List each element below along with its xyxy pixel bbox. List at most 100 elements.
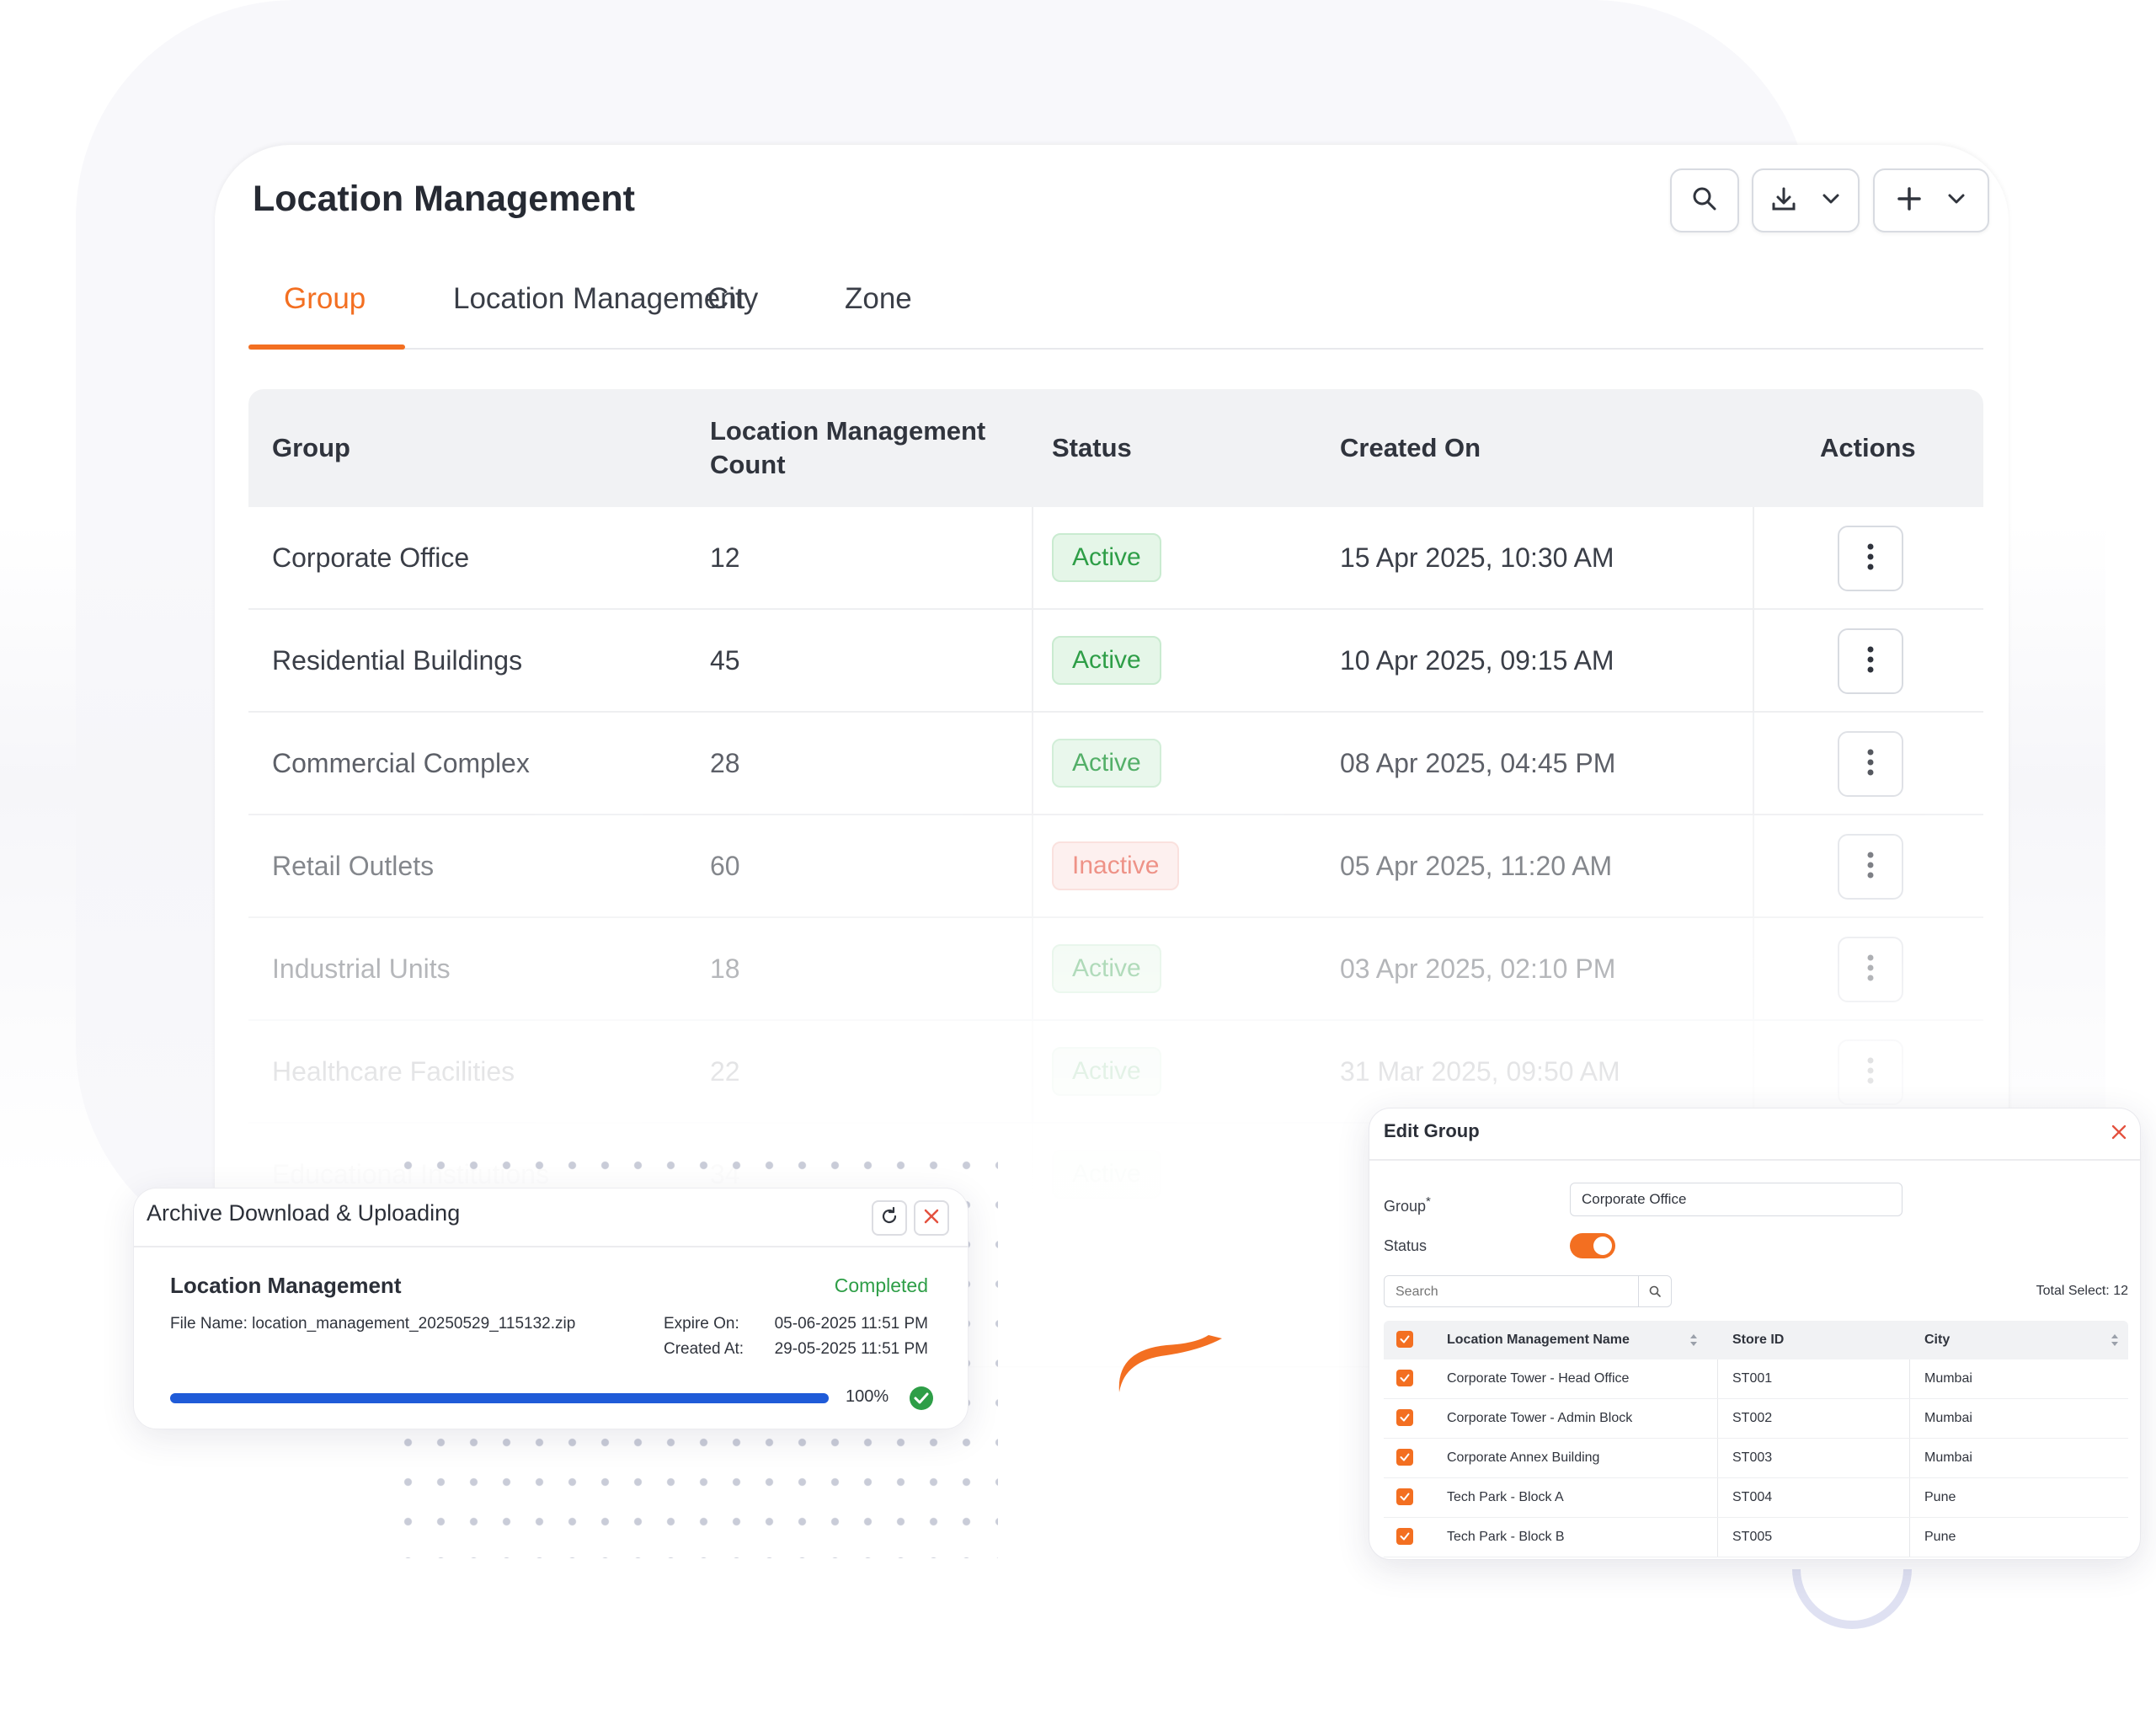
location-name: Tech Park - Block B <box>1447 1530 1565 1544</box>
group-name: Retail Outlets <box>272 850 435 881</box>
column-header-actions: Actions <box>1820 433 1916 462</box>
column-header-count-line1: Location Management <box>710 416 986 446</box>
progress-track <box>170 1393 829 1403</box>
column-divider <box>1717 1399 1718 1438</box>
created-on: 10 Apr 2025, 09:15 AM <box>1340 644 1614 676</box>
column-divider <box>1909 1399 1910 1438</box>
column-divider <box>1753 713 1754 814</box>
status-badge: Active <box>1052 739 1161 788</box>
edit-group-header: Edit Group <box>1369 1108 2140 1161</box>
created-on: 05 Apr 2025, 11:20 AM <box>1340 850 1613 881</box>
city-name: Mumbai <box>1924 1371 1972 1386</box>
edit-group-title: Edit Group <box>1384 1120 1480 1141</box>
chevron-down-icon <box>1821 189 1841 213</box>
sort-icon[interactable] <box>1689 1333 1699 1352</box>
edit-table-body: Corporate Tower - Head Office ST001 Mumbai… <box>1384 1359 2128 1557</box>
required-mark: * <box>1426 1194 1431 1209</box>
row-actions-button[interactable] <box>1838 834 1903 900</box>
location-name: Tech Park - Block A <box>1447 1490 1564 1504</box>
column-header-name: Location Management Name <box>1447 1333 1630 1347</box>
group-name: Commercial Complex <box>272 747 530 778</box>
search-button[interactable] <box>1670 168 1739 232</box>
column-divider <box>1032 815 1033 916</box>
table-header: Group Location Management Count Status C… <box>248 389 1983 507</box>
progress-fill <box>170 1393 829 1403</box>
list-item: Tech Park - Block A ST004 Pune <box>1384 1478 2128 1518</box>
location-count: 22 <box>710 1055 740 1087</box>
column-divider <box>1717 1478 1718 1517</box>
row-checkbox[interactable] <box>1396 1488 1413 1505</box>
row-actions-button[interactable] <box>1838 937 1903 1002</box>
progress-text: 100% <box>846 1387 889 1406</box>
row-actions-button[interactable] <box>1838 731 1903 797</box>
more-vertical-icon <box>1866 542 1875 576</box>
city-name: Pune <box>1924 1530 1956 1544</box>
column-divider <box>1909 1439 1910 1477</box>
chevron-down-icon <box>1946 189 1967 213</box>
row-checkbox[interactable] <box>1396 1449 1413 1466</box>
row-actions-button[interactable] <box>1838 628 1903 694</box>
location-count: 12 <box>710 542 740 573</box>
expire-label: Expire On: <box>664 1315 739 1333</box>
archive-title: Archive Download & Uploading <box>147 1200 461 1226</box>
close-button[interactable] <box>914 1200 949 1236</box>
created-value: 29-05-2025 11:51 PM <box>774 1340 928 1358</box>
plus-icon <box>1896 185 1923 216</box>
column-divider <box>1753 815 1754 916</box>
archive-item-title: Location Management <box>170 1273 402 1298</box>
close-icon[interactable] <box>2110 1123 2128 1146</box>
column-divider <box>1032 1124 1033 1225</box>
table-row: Commercial Complex 28 Active 08 Apr 2025, 0… <box>248 713 1983 815</box>
search-box <box>1384 1275 1672 1308</box>
group-name-input[interactable]: Corporate Office <box>1570 1183 1903 1216</box>
status-badge: Active <box>1052 1047 1161 1096</box>
store-id: ST002 <box>1732 1411 1773 1425</box>
search-input[interactable] <box>1385 1276 1650 1308</box>
column-divider <box>1753 918 1754 1019</box>
add-button[interactable] <box>1873 168 1989 232</box>
group-name: Corporate Office <box>272 542 470 573</box>
tab-location-management[interactable]: Location Management <box>453 282 744 316</box>
search-icon[interactable] <box>1638 1276 1671 1306</box>
tab-zone[interactable]: Zone <box>845 282 912 316</box>
toggle-knob <box>1593 1237 1612 1255</box>
row-checkbox[interactable] <box>1396 1528 1413 1545</box>
row-checkbox[interactable] <box>1396 1409 1413 1426</box>
tab-group[interactable]: Group <box>284 282 366 316</box>
tab-city[interactable]: City <box>707 282 758 316</box>
column-divider <box>1717 1439 1718 1477</box>
city-name: Mumbai <box>1924 1450 1972 1465</box>
status-badge: Active <box>1052 636 1161 685</box>
select-all-checkbox[interactable] <box>1396 1331 1413 1348</box>
created-on: 31 Mar 2025, 09:50 AM <box>1340 1055 1620 1087</box>
list-item: Corporate Tower - Admin Block ST002 Mumbai <box>1384 1399 2128 1439</box>
row-checkbox[interactable] <box>1396 1370 1413 1386</box>
column-divider <box>1717 1518 1718 1557</box>
column-header-group: Group <box>272 433 350 462</box>
column-divider <box>1032 713 1033 814</box>
column-divider <box>1909 1478 1910 1517</box>
status-badge: Active <box>1052 533 1161 582</box>
store-id: ST001 <box>1732 1371 1773 1386</box>
group-name: Healthcare Facilities <box>272 1055 515 1087</box>
table-row: Corporate Office 12 Active 15 Apr 2025, 10:… <box>248 507 1983 610</box>
archive-file-name: File Name: location_management_20250529_… <box>170 1315 576 1333</box>
status-field-label: Status <box>1384 1237 1428 1254</box>
expire-value: 05-06-2025 11:51 PM <box>774 1315 928 1333</box>
row-actions-button[interactable] <box>1838 1039 1903 1105</box>
status-toggle[interactable] <box>1570 1233 1615 1258</box>
column-divider <box>1909 1518 1910 1557</box>
row-actions-button[interactable] <box>1838 526 1903 591</box>
created-on: 03 Apr 2025, 02:10 PM <box>1340 953 1616 984</box>
group-name: Residential Buildings <box>272 644 523 676</box>
store-id: ST005 <box>1732 1530 1773 1544</box>
refresh-button[interactable] <box>872 1200 907 1236</box>
group-name: Industrial Units <box>272 953 451 984</box>
download-icon <box>1770 185 1797 216</box>
download-button[interactable] <box>1752 168 1860 232</box>
sort-icon[interactable] <box>2110 1333 2120 1352</box>
column-header-status: Status <box>1052 433 1132 462</box>
column-divider <box>1753 1021 1754 1122</box>
location-count: 18 <box>710 953 740 984</box>
column-divider <box>1753 610 1754 711</box>
